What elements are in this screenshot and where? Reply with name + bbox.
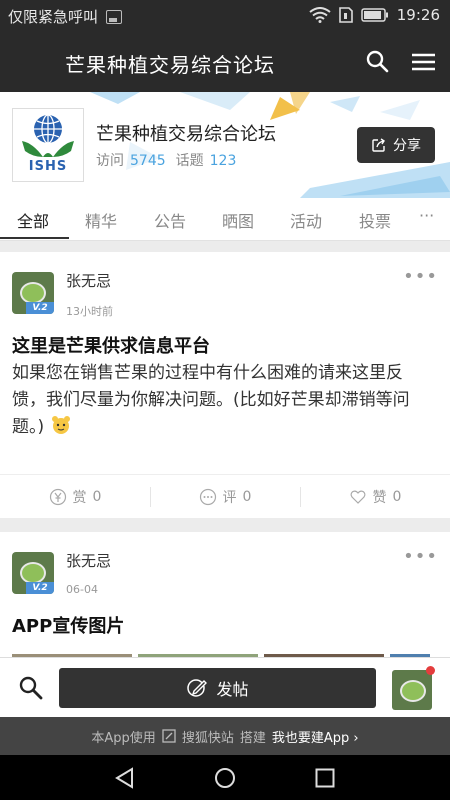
share-label: 分享	[393, 138, 421, 154]
yen-icon	[49, 488, 66, 506]
search-icon	[19, 676, 43, 700]
wifi-icon	[309, 7, 331, 23]
search-button[interactable]	[362, 46, 394, 78]
sohu-logo-icon	[162, 729, 176, 743]
like-label: 赞	[372, 490, 387, 506]
user-avatar[interactable]	[392, 670, 432, 710]
post-card[interactable]: V.2 张无忌 13小时前 ••• 这里是芒果供求信息平台 如果您在销售芒果的过…	[0, 252, 450, 518]
visits-label: 访问	[96, 153, 124, 169]
footer-text: 本App使用	[91, 730, 156, 746]
heart-icon	[350, 490, 366, 504]
author-name[interactable]: 张无忌	[66, 550, 111, 571]
more-options-icon[interactable]: •••	[403, 546, 438, 567]
forum-logo: ISHS	[12, 108, 84, 182]
forum-header: ISHS 芒果种植交易综合论坛 访问 5745 话题 123 分享	[0, 92, 450, 198]
home-icon[interactable]	[213, 766, 237, 790]
level-badge: V.2	[26, 582, 54, 594]
comment-icon	[199, 488, 216, 506]
back-icon[interactable]	[113, 766, 137, 790]
reward-label: 赏	[72, 490, 87, 506]
more-options-icon[interactable]: •••	[403, 266, 438, 287]
clock: 19:26	[396, 6, 440, 24]
post-title[interactable]: 这里是芒果供求信息平台	[12, 332, 210, 358]
build-app-link[interactable]: 我也要建App ›	[272, 727, 359, 746]
post-body[interactable]: 如果您在销售芒果的过程中有什么困难的请来这里反馈，我们尽量为你解决问题。(比如好…	[12, 360, 432, 441]
forum-stats: 访问 5745 话题 123	[96, 150, 246, 170]
new-post-button[interactable]: 发帖	[59, 668, 376, 708]
sim-icon	[338, 7, 353, 23]
powered-by-footer: 本App使用 搜狐快站 搭建 我也要建App ›	[0, 717, 450, 755]
topics-count: 123	[209, 153, 237, 169]
tab-events[interactable]: 活动	[290, 208, 322, 232]
search-icon	[366, 50, 389, 73]
active-tab-indicator	[0, 237, 69, 239]
recents-icon[interactable]	[313, 766, 337, 790]
post-card[interactable]: V.2 张无忌 06-04 ••• APP宣传图片	[0, 532, 450, 657]
share-button[interactable]: 分享	[357, 127, 435, 163]
post-actions: 赏 0 评 0 赞 0	[0, 474, 450, 519]
tab-more[interactable]: ···	[419, 206, 434, 225]
comment-label: 评	[222, 490, 237, 506]
tab-photos[interactable]: 晒图	[222, 208, 254, 232]
tab-featured[interactable]: 精华	[85, 208, 117, 232]
reward-button[interactable]: 赏 0	[0, 475, 150, 519]
share-icon	[372, 138, 385, 152]
notification-dot	[426, 666, 435, 675]
avatar[interactable]: V.2	[12, 552, 54, 594]
app-bar: 芒果种植交易综合论坛	[0, 32, 450, 92]
like-button[interactable]: 赞 0	[300, 475, 450, 519]
post-body-text: 如果您在销售芒果的过程中有什么困难的请来这里反馈，我们尽量为你解决问题。(比如好…	[12, 363, 410, 437]
menu-icon	[412, 53, 435, 71]
post-time: 13小时前	[66, 305, 113, 318]
avatar[interactable]: V.2	[12, 272, 54, 314]
image-notification-icon	[106, 9, 123, 24]
bottom-search-button[interactable]	[16, 673, 46, 703]
topics-label: 话题	[175, 153, 204, 169]
footer-text-2: 搭建	[239, 730, 266, 746]
forum-name: 芒果种植交易综合论坛	[96, 124, 276, 145]
comment-button[interactable]: 评 0	[150, 475, 300, 519]
bottom-bar: 发帖	[0, 657, 450, 718]
menu-button[interactable]	[408, 46, 440, 78]
emergency-call-text: 仅限紧急呼叫	[8, 8, 99, 26]
footer-brand: 搜狐快站	[181, 730, 234, 746]
visits-count: 5745	[130, 153, 166, 169]
new-post-label: 发帖	[216, 680, 249, 699]
post-time: 06-04	[66, 583, 98, 596]
system-nav-bar	[0, 755, 450, 800]
build-app-label: 我也要建App	[271, 730, 350, 746]
logo-text: ISHS	[28, 159, 68, 174]
level-badge: V.2	[26, 302, 54, 314]
compose-icon	[187, 679, 208, 697]
comment-count: 0	[242, 489, 252, 505]
app-title: 芒果种植交易综合论坛	[65, 53, 275, 77]
tab-polls[interactable]: 投票	[359, 208, 391, 232]
status-bar: 仅限紧急呼叫 19:26	[0, 0, 450, 32]
reward-count: 0	[92, 489, 102, 505]
author-name[interactable]: 张无忌	[66, 270, 111, 291]
battery-icon	[361, 8, 388, 22]
like-count: 0	[392, 489, 402, 505]
category-tabs: 全部 精华 公告 晒图 活动 投票 ···	[0, 198, 450, 241]
post-title[interactable]: APP宣传图片	[12, 612, 124, 638]
tab-all[interactable]: 全部	[17, 208, 49, 232]
tab-announcements[interactable]: 公告	[154, 208, 186, 232]
emoji-icon	[51, 416, 70, 434]
